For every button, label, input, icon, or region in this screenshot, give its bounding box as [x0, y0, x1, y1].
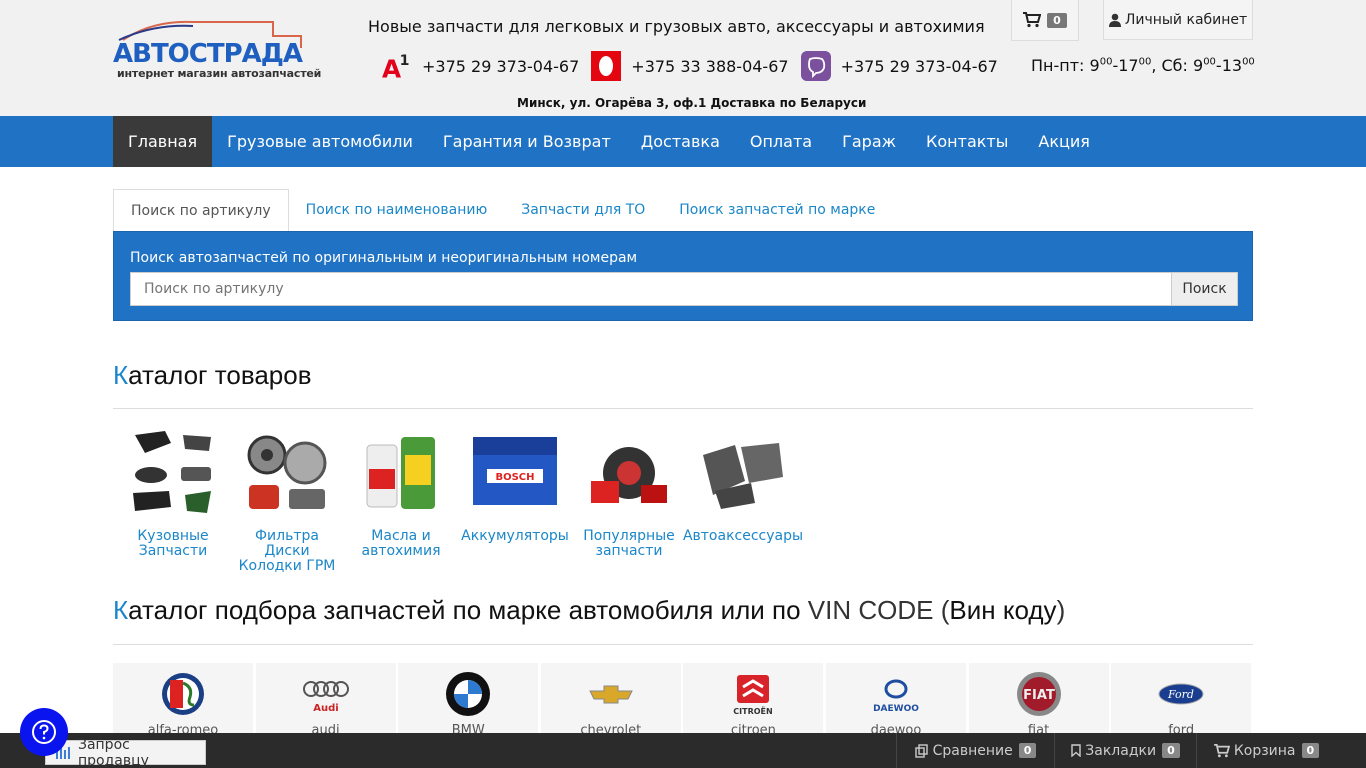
header-cart-button[interactable]: 0: [1011, 0, 1079, 41]
brands-title: Каталог подбора запчастей по марке автом…: [113, 595, 1066, 625]
bookmarks-count-badge: 0: [1162, 743, 1180, 758]
nav-item-home[interactable]: Главная: [113, 116, 213, 167]
ford-logo-icon: Ford: [1157, 671, 1205, 717]
user-icon: [1108, 13, 1121, 27]
brand-daewoo[interactable]: DAEWOO daewoo: [825, 663, 966, 738]
search-tabs: Поиск по артикулу Поиск по наименованию …: [113, 189, 892, 231]
mts-logo-icon: [591, 51, 622, 81]
tab-search-by-article[interactable]: Поиск по артикулу: [113, 189, 289, 231]
main-nav: Главная Грузовые автомобили Гарантия и В…: [0, 116, 1366, 167]
cart-icon: [1023, 12, 1042, 28]
catalog-item-batteries[interactable]: BOSCH Аккумуляторы: [458, 425, 572, 574]
search-label: Поиск автозапчастей по оригинальным и не…: [130, 250, 638, 266]
brand-grid: alfa-romeo Audi audi BMW chevrolet CITRO…: [113, 663, 1254, 738]
brand-audi[interactable]: Audi audi: [255, 663, 396, 738]
bookmarks-button[interactable]: Закладки 0: [1054, 733, 1196, 768]
brand-fiat[interactable]: FIAT fiat: [968, 663, 1109, 738]
logo-subtitle: интернет магазин автозапчастей: [117, 67, 322, 80]
bmw-logo-icon: [444, 671, 492, 717]
cart-count-badge: 0: [1301, 743, 1320, 758]
svg-text:FIAT: FIAT: [1023, 688, 1055, 703]
brand-alfa-romeo[interactable]: alfa-romeo: [113, 663, 253, 738]
viber-icon: [800, 51, 831, 81]
phone-viber[interactable]: +375 29 373-04-67: [800, 51, 998, 81]
tab-search-by-name[interactable]: Поиск по наименованию: [289, 189, 505, 231]
cart-count-badge: 0: [1047, 12, 1067, 28]
brand-ford[interactable]: Ford ford: [1111, 663, 1252, 738]
catalog-item-filters-discs[interactable]: Фильтра Диски Колодки ГРМ: [230, 425, 344, 574]
phone-number: +375 33 388-04-67: [631, 56, 789, 76]
account-label: Личный кабинет: [1124, 11, 1248, 28]
chevrolet-logo-icon: [587, 671, 635, 717]
site-logo[interactable]: АВТОСТРАДА интернет магазин автозапчасте…: [113, 18, 321, 82]
bookmark-icon: [1071, 744, 1081, 757]
nav-item-trucks[interactable]: Грузовые автомобили: [212, 116, 428, 167]
compare-button[interactable]: Сравнение 0: [896, 733, 1054, 768]
phones: A1 +375 29 373-04-67 +375 33 388-04-67 +…: [382, 50, 1010, 83]
bottom-bar: Запрос продавцу Сравнение 0 Закладки 0 К…: [0, 733, 1366, 768]
body-parts-image: [125, 425, 221, 521]
fiat-logo-icon: FIAT: [1015, 671, 1063, 717]
tab-maintenance-parts[interactable]: Запчасти для ТО: [504, 189, 662, 231]
accessories-image: [695, 425, 791, 521]
popular-parts-image: [581, 425, 677, 521]
svg-text:A: A: [382, 54, 401, 83]
brand-chevrolet[interactable]: chevrolet: [540, 663, 681, 738]
address: Минск, ул. Огарёва 3, оф.1 Доставка по Б…: [517, 96, 867, 110]
tab-search-by-brand[interactable]: Поиск запчастей по марке: [662, 189, 892, 231]
search-panel: Поиск автозапчастей по оригинальным и не…: [113, 231, 1253, 321]
question-icon: [32, 720, 56, 744]
svg-text:Audi: Audi: [313, 703, 338, 714]
catalog-item-accessories[interactable]: Автоаксессуары: [683, 425, 803, 574]
phone-a1[interactable]: A1 +375 29 373-04-67: [382, 51, 580, 83]
phone-number: +375 29 373-04-67: [840, 56, 998, 76]
brand-bmw[interactable]: BMW: [398, 663, 539, 738]
catalog-item-popular-parts[interactable]: Популярные запчасти: [572, 425, 686, 574]
avtostrada-logo-icon: АВТОСТРАДА: [113, 20, 303, 66]
account-button[interactable]: Личный кабинет: [1103, 0, 1253, 40]
phone-mts[interactable]: +375 33 388-04-67: [591, 51, 789, 81]
citroen-logo-icon: CITROËN: [729, 671, 777, 717]
svg-text:DAEWOO: DAEWOO: [873, 704, 919, 714]
daewoo-logo-icon: DAEWOO: [872, 671, 920, 717]
a1-logo-icon: A1: [382, 51, 412, 83]
nav-item-contacts[interactable]: Контакты: [911, 116, 1023, 167]
nav-item-garage[interactable]: Гараж: [827, 116, 911, 167]
audi-logo-icon: Audi: [302, 671, 350, 717]
nav-item-promo[interactable]: Акция: [1023, 116, 1105, 167]
alfa-romeo-logo-icon: [159, 671, 207, 717]
catalog-title: Каталог товаров: [113, 360, 312, 390]
brand-citroen[interactable]: CITROËN citroen: [683, 663, 824, 738]
divider: [113, 644, 1253, 645]
catalog-grid: Кузовные Запчасти Фильтра Диски Колодки ГРМ…: [116, 425, 803, 574]
divider: [113, 408, 1253, 409]
nav-item-delivery[interactable]: Доставка: [626, 116, 735, 167]
cart-button[interactable]: Корзина 0: [1196, 733, 1336, 768]
phone-number: +375 29 373-04-67: [422, 56, 580, 76]
nav-item-payment[interactable]: Оплата: [735, 116, 827, 167]
help-button[interactable]: [20, 708, 68, 756]
filters-discs-image: [239, 425, 335, 521]
svg-text:Ford: Ford: [1167, 688, 1194, 701]
compare-count-badge: 0: [1018, 743, 1037, 758]
tagline: Новые запчасти для легковых и грузовых а…: [368, 17, 985, 36]
svg-text:CITROËN: CITROËN: [734, 706, 773, 716]
nav-item-warranty[interactable]: Гарантия и Возврат: [428, 116, 626, 167]
battery-image: BOSCH: [467, 425, 563, 521]
working-hours: Пн-пт: 900-1700, Сб: 900-1300: [1031, 56, 1255, 75]
catalog-item-oils[interactable]: Масла и автохимия: [344, 425, 458, 574]
header: АВТОСТРАДА интернет магазин автозапчасте…: [0, 0, 1366, 116]
search-button[interactable]: Поиск: [1171, 272, 1238, 306]
seller-request-button[interactable]: Запрос продавцу: [45, 736, 206, 768]
cart-icon: [1213, 743, 1230, 757]
svg-text:BOSCH: BOSCH: [495, 472, 534, 483]
catalog-item-body-parts[interactable]: Кузовные Запчасти: [116, 425, 230, 574]
svg-text:АВТОСТРАДА: АВТОСТРАДА: [113, 39, 303, 66]
search-input[interactable]: [130, 272, 1172, 306]
svg-text:1: 1: [400, 53, 410, 69]
copy-icon: [914, 743, 928, 758]
seller-request-label: Запрос продавцу: [77, 736, 149, 768]
oils-image: [353, 425, 449, 521]
